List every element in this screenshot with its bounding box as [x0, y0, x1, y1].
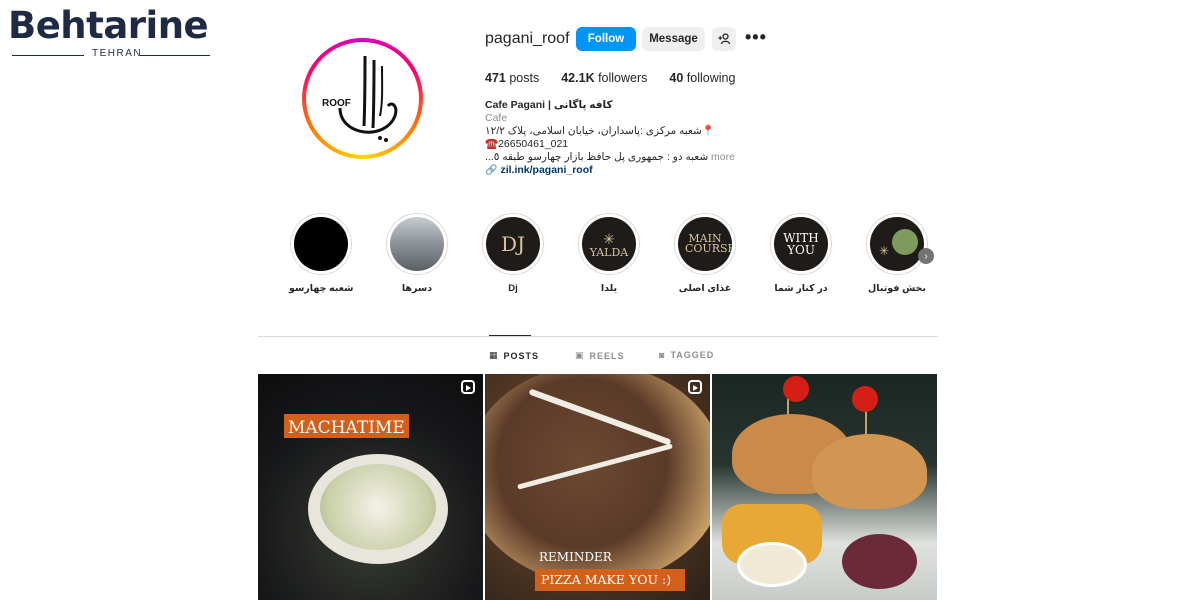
- bio-link-text: zil.ink/pagani_roof: [500, 164, 593, 176]
- highlight-label: بخش فوتبال: [868, 283, 926, 294]
- highlight-cover-text: DJ: [500, 232, 526, 256]
- post-overlay-text: MACHATIME: [288, 418, 405, 438]
- highlight-cover: WITH YOU: [774, 217, 828, 271]
- highlight-label: دسرها: [401, 283, 433, 294]
- highlight-cover: [390, 217, 444, 271]
- sparkle-icon: ✳: [603, 230, 615, 247]
- followers-count[interactable]: 42.1K followers: [561, 71, 647, 85]
- highlight-item[interactable]: WITH YOU در کنار شما: [769, 213, 833, 294]
- bio-category: Cafe: [485, 112, 508, 124]
- bio-address: 📍شعبه مرکزی :پاسداران، خیابان اسلامی، پل…: [485, 125, 715, 137]
- highlight-cover-text: YALDA: [589, 245, 629, 259]
- following-count[interactable]: 40 following: [669, 71, 735, 85]
- suggest-user-button[interactable]: [712, 27, 736, 51]
- highlight-item[interactable]: ✳ YALDA یلدا: [577, 213, 641, 294]
- tab-tagged[interactable]: ◙ TAGGED: [659, 350, 714, 360]
- tabs-divider: [258, 336, 938, 337]
- highlight-cover: ✳ YALDA: [582, 217, 636, 271]
- active-tab-indicator: [489, 335, 531, 336]
- latte-art-shape: [320, 464, 436, 550]
- salad-shape: [842, 534, 917, 589]
- bio-phone: ☎️26650461_021: [485, 138, 569, 150]
- reel-icon: [461, 380, 475, 394]
- tab-reels[interactable]: ▣ REELS: [575, 350, 625, 361]
- highlight-cover: ✳: [870, 217, 924, 271]
- highlight-label: غذای اصلی: [678, 283, 732, 294]
- profile-bio: Cafe Pagani | کافه پاگانی Cafe 📍شعبه مرک…: [485, 99, 745, 177]
- post-overlay-text: REMINDER: [539, 550, 612, 564]
- post-thumbnail-matcha[interactable]: MACHATIME: [258, 374, 483, 600]
- highlight-label: شعبه چهارسو: [289, 283, 354, 294]
- profile-stats: 471 posts 42.1K followers 40 following: [485, 71, 757, 85]
- highlight-cover: [294, 217, 348, 271]
- reel-icon: [688, 380, 702, 394]
- tomato-shape: [783, 376, 809, 402]
- avatar-logo: ROOF: [310, 46, 415, 151]
- bio-more-link[interactable]: more: [711, 151, 735, 163]
- profile-username: pagani_roof: [485, 30, 570, 47]
- link-icon: 🔗: [485, 165, 498, 176]
- highlight-item[interactable]: DJ Dj: [481, 213, 545, 294]
- bio-external-link[interactable]: 🔗 zil.ink/pagani_roof: [485, 164, 745, 177]
- bio-name: Cafe Pagani | کافه پاگانی: [485, 99, 613, 111]
- avatar-roof-text: ROOF: [322, 98, 351, 109]
- reels-icon: ▣: [575, 350, 585, 360]
- tab-posts[interactable]: ▦ POSTS: [489, 350, 539, 361]
- highlight-label: یلدا: [600, 283, 618, 294]
- watermark-rule-left: [12, 55, 84, 56]
- tagged-icon: ◙: [659, 350, 666, 360]
- options-icon[interactable]: •••: [745, 28, 767, 46]
- posts-count: 471 posts: [485, 71, 540, 85]
- sparkle-icon: ✳: [879, 244, 890, 258]
- watermark-rule-right: [140, 55, 210, 56]
- add-user-icon: [718, 33, 730, 45]
- bio-branch-row: شعبه دو : جمهوری پل حافظ بازار چهارسو طب…: [485, 151, 745, 164]
- highlight-item[interactable]: MAIN COURSE غذای اصلی: [673, 213, 737, 294]
- highlight-label: در کنار شما: [774, 283, 828, 294]
- story-highlights: شعبه چهارسو دسرها DJ Dj ✳ YALDA یلدا MAIN…: [289, 213, 949, 303]
- tab-label: POSTS: [503, 350, 540, 361]
- highlight-cover-text: MAIN COURSE: [685, 232, 732, 255]
- bio-branch: شعبه دو : جمهوری پل حافظ بازار چهارسو طب…: [485, 151, 709, 163]
- highlight-label: Dj: [508, 283, 518, 294]
- post-thumbnail-pizza[interactable]: REMINDER PIZZA MAKE YOU :): [485, 374, 710, 600]
- highlight-cover: DJ: [486, 217, 540, 271]
- watermark-logo: Behtarine TEHRAN: [8, 6, 218, 62]
- message-button[interactable]: Message: [642, 27, 705, 51]
- grid-icon: ▦: [489, 350, 499, 360]
- watermark-city: TEHRAN: [92, 48, 143, 59]
- highlight-cover: MAIN COURSE: [678, 217, 732, 271]
- tab-label: REELS: [589, 350, 625, 361]
- sauce-bowl-shape: [737, 542, 807, 587]
- tab-label: TAGGED: [670, 350, 715, 360]
- highlight-item[interactable]: دسرها: [385, 213, 449, 294]
- post-overlay-text: PIZZA MAKE YOU :): [541, 572, 672, 587]
- bun-shape: [812, 434, 927, 509]
- watermark-brand: Behtarine: [8, 4, 209, 47]
- ball-shape: [892, 229, 918, 255]
- watermark-subline: TEHRAN: [12, 48, 210, 62]
- highlight-item[interactable]: شعبه چهارسو: [289, 213, 353, 294]
- profile-avatar[interactable]: ROOF: [302, 38, 423, 159]
- post-thumbnail-sandwich[interactable]: [712, 374, 937, 600]
- tomato-shape: [852, 386, 878, 412]
- chevron-right-icon[interactable]: ›: [918, 248, 934, 264]
- highlight-cover-text: WITH YOU: [783, 231, 819, 257]
- follow-button[interactable]: Follow: [576, 27, 636, 51]
